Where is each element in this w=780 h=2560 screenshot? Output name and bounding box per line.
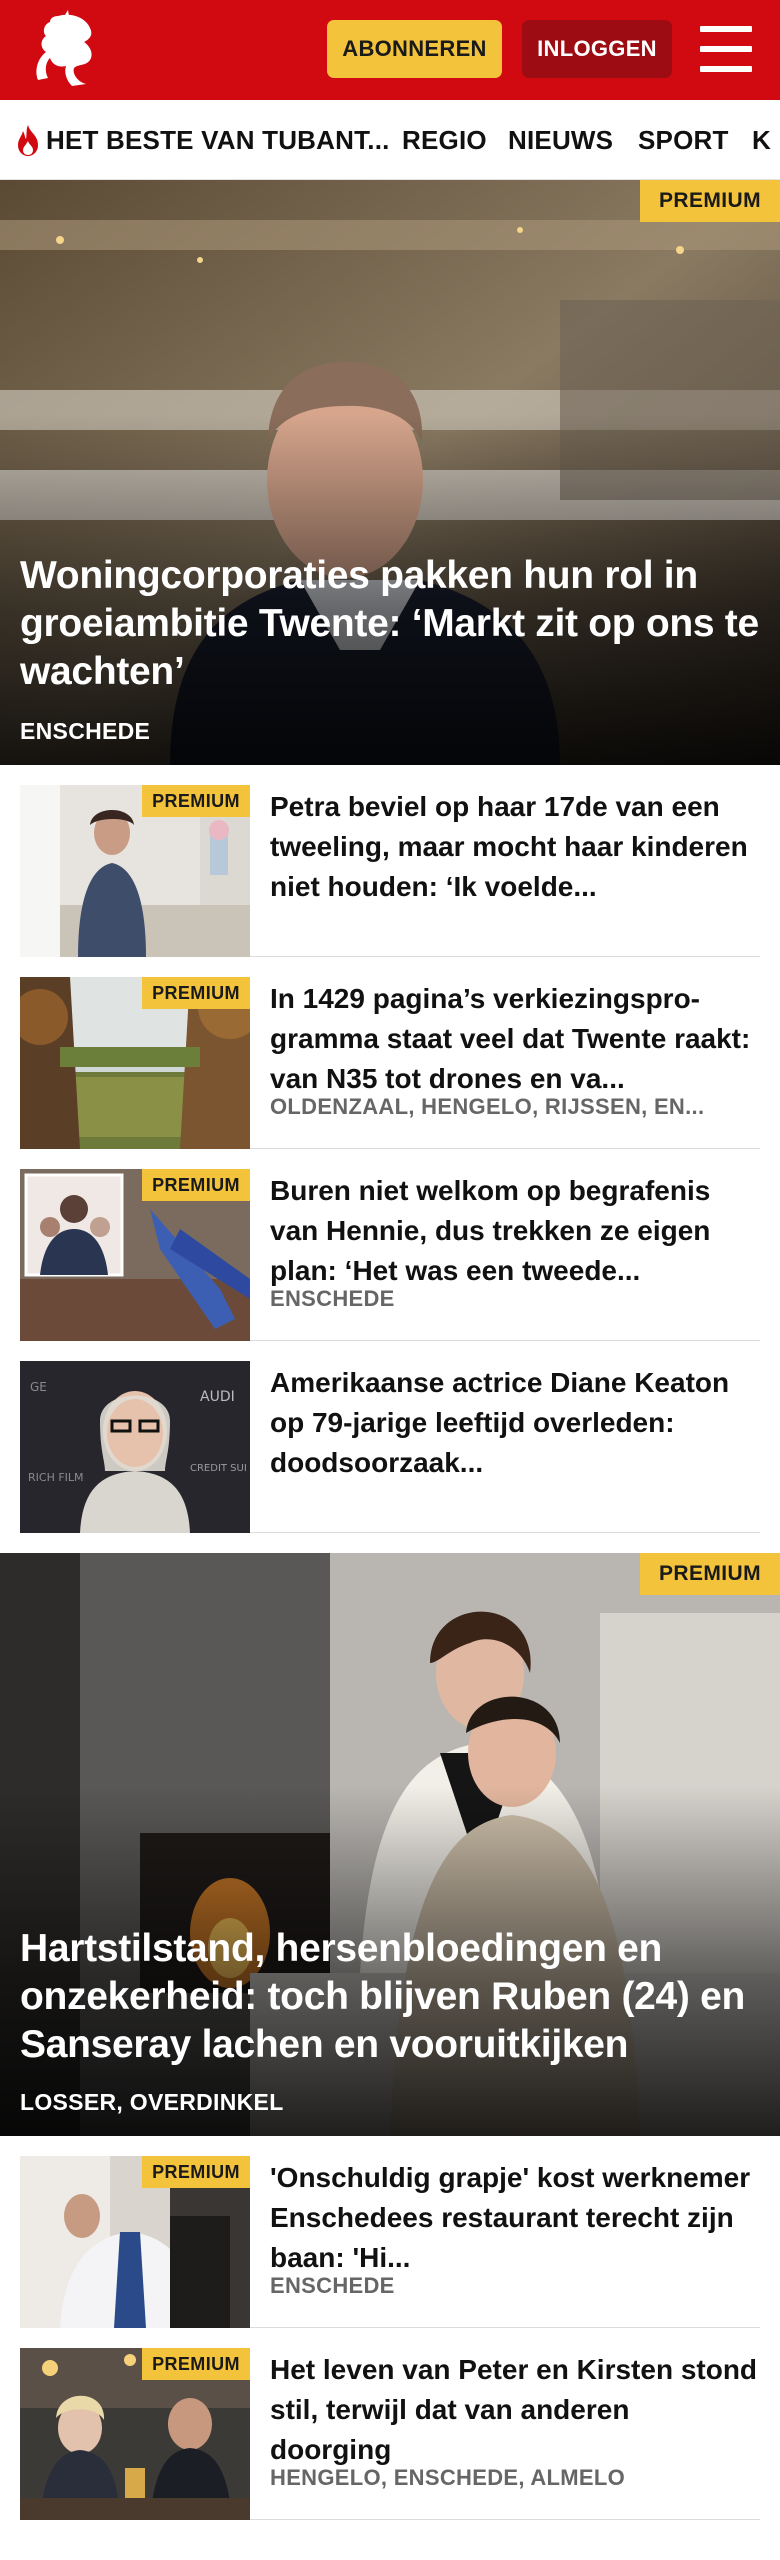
article-title[interactable]: Buren niet welkom op begrafenis van Henn… xyxy=(270,1171,758,1291)
list-item[interactable]: PREMIUM Buren niet welkom op begrafenis … xyxy=(20,1149,760,1341)
login-button[interactable]: INLOGGEN xyxy=(522,20,672,78)
nav-item-best-of[interactable]: HET BESTE VAN TUBANT... xyxy=(14,100,390,179)
article-location: HENGELO, ENSCHEDE, ALMELO xyxy=(270,2465,626,2490)
premium-badge: PREMIUM xyxy=(142,977,250,1009)
section-nav: HET BESTE VAN TUBANT... REGIO NIEUWS SPO… xyxy=(0,100,780,180)
article-thumbnail: PREMIUM xyxy=(20,1169,250,1341)
hero-article[interactable]: PREMIUM Hartstilstand, hersenbloedingen … xyxy=(0,1553,780,2136)
hero-location: LOSSER, OVERDINKEL xyxy=(20,2089,284,2115)
article-thumbnail: PREMIUM xyxy=(20,785,250,957)
hero-location: ENSCHEDE xyxy=(20,718,151,744)
svg-text:AUDI: AUDI xyxy=(200,1389,235,1405)
svg-text:GE: GE xyxy=(30,1380,47,1394)
premium-badge: PREMIUM xyxy=(640,1553,780,1595)
list-item[interactable]: PREMIUM Petra beviel op haar 17de van ee… xyxy=(20,765,760,957)
flame-icon xyxy=(18,125,38,156)
article-title[interactable]: Petra beviel op haar 17de van een tweeli… xyxy=(270,787,758,907)
nav-item-sport[interactable]: SPORT xyxy=(638,100,729,179)
nav-item-next[interactable]: K xyxy=(752,100,771,179)
article-title[interactable]: Amerikaanse actrice Diane Keaton op 79-j… xyxy=(270,1363,758,1483)
article-title[interactable]: In 1429 pagina’s verkiezingspro-gramma s… xyxy=(270,979,758,1099)
hero-title[interactable]: Hartstilstand, hersenbloedingen en onzek… xyxy=(20,1925,760,2069)
nav-item-nieuws[interactable]: NIEUWS xyxy=(508,100,613,179)
list-item[interactable]: GE AUDI RICH FILM CREDIT SUI Amerikaanse… xyxy=(20,1341,760,1533)
subscribe-button[interactable]: ABONNEREN xyxy=(327,20,502,78)
article-thumbnail: PREMIUM xyxy=(20,2348,250,2520)
article-title[interactable]: 'Onschuldig grapje' kost werknemer Ensch… xyxy=(270,2158,758,2278)
article-location: ENSCHEDE xyxy=(270,1286,395,1311)
article-title[interactable]: Het leven van Peter en Kirsten stond sti… xyxy=(270,2350,758,2470)
hero-article[interactable]: PREMIUM Woningcorporaties pakken hun rol… xyxy=(0,180,780,765)
tubantia-horse-logo[interactable] xyxy=(28,10,106,90)
list-item[interactable]: PREMIUM In 1429 pagina’s verkiezingspro-… xyxy=(20,957,760,1149)
premium-badge: PREMIUM xyxy=(640,180,780,222)
svg-text:CREDIT SUI: CREDIT SUI xyxy=(190,1463,247,1474)
premium-badge: PREMIUM xyxy=(142,2156,250,2188)
article-thumbnail: PREMIUM xyxy=(20,977,250,1149)
premium-badge: PREMIUM xyxy=(142,2348,250,2380)
hamburger-menu-icon[interactable] xyxy=(700,26,752,72)
article-thumbnail: GE AUDI RICH FILM CREDIT SUI xyxy=(20,1361,250,1533)
article-location: OLDENZAAL, HENGELO, RIJSSEN, EN... xyxy=(270,1094,705,1119)
article-location: ENSCHEDE xyxy=(270,2273,395,2298)
nav-item-regio[interactable]: REGIO xyxy=(402,100,487,179)
premium-badge: PREMIUM xyxy=(142,785,250,817)
premium-badge: PREMIUM xyxy=(142,1169,250,1201)
list-item[interactable]: PREMIUM Het leven van Peter en Kirsten s… xyxy=(20,2328,760,2520)
site-header: ABONNEREN INLOGGEN xyxy=(0,0,780,100)
nav-item-label: HET BESTE VAN TUBANT... xyxy=(46,124,390,155)
article-thumbnail: PREMIUM xyxy=(20,2156,250,2328)
list-item[interactable]: PREMIUM 'Onschuldig grapje' kost werknem… xyxy=(20,2136,760,2328)
svg-text:RICH FILM: RICH FILM xyxy=(28,1471,84,1484)
hero-title[interactable]: Woningcorporaties pakken hun rol in groe… xyxy=(20,552,760,696)
